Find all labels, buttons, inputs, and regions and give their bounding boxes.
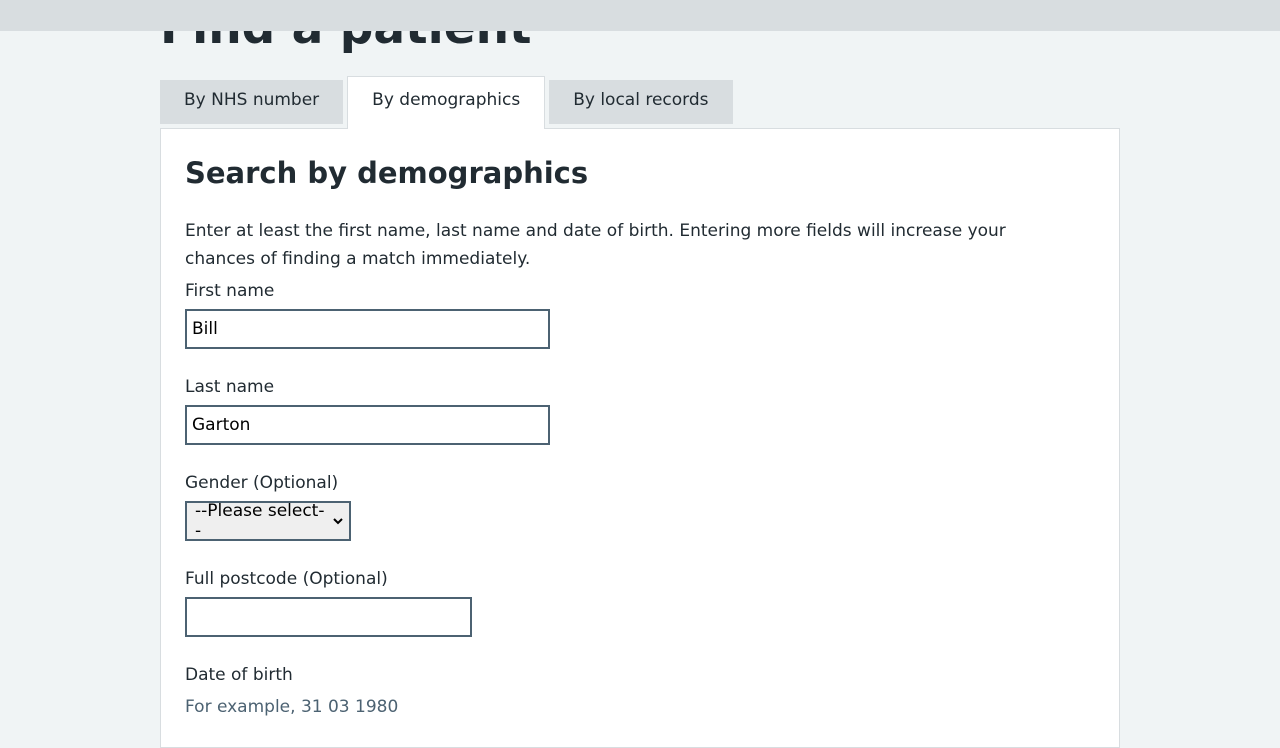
last-name-field: Last name (185, 373, 1095, 445)
last-name-input[interactable] (185, 405, 550, 445)
gender-label: Gender (Optional) (185, 473, 339, 493)
date-of-birth-label: Date of birth (185, 665, 293, 685)
panel-heading: Search by demographics (185, 156, 589, 190)
gender-field: Gender (Optional) --Please select-- (185, 469, 1095, 541)
date-of-birth-hint: For example, 31 03 1980 (185, 697, 399, 717)
postcode-label: Full postcode (Optional) (185, 569, 388, 589)
first-name-field: First name (185, 277, 1095, 349)
first-name-input[interactable] (185, 309, 550, 349)
tab-by-nhs-number[interactable]: By NHS number (160, 80, 344, 124)
postcode-input[interactable] (185, 597, 472, 637)
first-name-label: First name (185, 281, 275, 301)
chevron-down-icon (333, 515, 343, 528)
postcode-field: Full postcode (Optional) (185, 565, 1095, 637)
demographics-search-panel: Search by demographics Enter at least th… (160, 128, 1120, 748)
tab-list: By NHS number By demographics By local r… (160, 76, 737, 129)
tab-by-demographics[interactable]: By demographics (347, 76, 546, 129)
gender-select-value: --Please select-- (195, 501, 325, 541)
last-name-label: Last name (185, 377, 275, 397)
gender-select[interactable]: --Please select-- (185, 501, 351, 541)
date-of-birth-field: Date of birth For example, 31 03 1980 (185, 661, 1095, 721)
intro-text: Enter at least the first name, last name… (185, 221, 1006, 269)
tab-by-local-records[interactable]: By local records (549, 80, 733, 124)
top-bar (0, 0, 1280, 31)
